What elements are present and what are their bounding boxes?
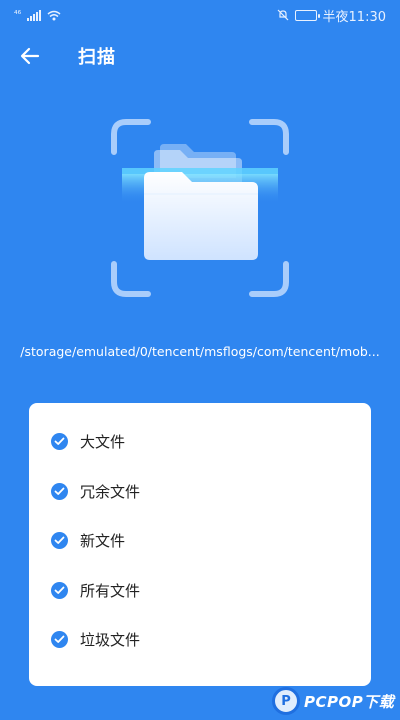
status-right: 半夜11:30 [277, 6, 386, 25]
check-circle-icon [51, 433, 68, 451]
watermark-text: PCPOP下载 [304, 692, 395, 711]
check-circle-icon [51, 581, 68, 599]
scan-type-label: 大文件 [80, 433, 126, 452]
scan-type-large-files[interactable]: 大文件 [51, 417, 371, 467]
scan-type-redundant-files[interactable]: 冗余文件 [51, 467, 371, 517]
signal-icon [27, 9, 42, 21]
check-circle-icon [51, 532, 68, 550]
back-button[interactable] [10, 36, 50, 76]
carrier-label: ⁴⁶ [14, 10, 22, 20]
watermark-logo-icon: P [272, 687, 300, 715]
app-bar: 扫描 [0, 36, 400, 76]
status-left: ⁴⁶ [14, 9, 61, 21]
scan-type-new-files[interactable]: 新文件 [51, 516, 371, 566]
check-circle-icon [51, 482, 68, 500]
scan-type-label: 冗余文件 [80, 482, 141, 501]
scan-illustration [110, 118, 290, 298]
folder-scan-icon [111, 119, 289, 297]
arrow-left-icon [20, 47, 40, 65]
scan-path-text: /storage/emulated/0/tencent/msflogs/com/… [20, 344, 380, 359]
scan-types-card: 大文件 冗余文件 新文件 所有文件 垃圾文件 [29, 403, 371, 686]
watermark: P PCPOP下载 [272, 682, 400, 720]
battery-icon [294, 9, 320, 21]
scan-type-label: 新文件 [80, 532, 126, 551]
scan-type-label: 所有文件 [80, 581, 141, 600]
status-time: 半夜11:30 [322, 9, 386, 25]
scan-type-junk-files[interactable]: 垃圾文件 [51, 615, 371, 665]
scan-type-all-files[interactable]: 所有文件 [51, 566, 371, 616]
wifi-icon [47, 10, 61, 20]
status-bar: ⁴⁶ 半夜11:30 [0, 0, 400, 30]
mute-bell-icon [277, 9, 288, 21]
check-circle-icon [51, 631, 68, 649]
scan-type-label: 垃圾文件 [80, 631, 141, 650]
page-title: 扫描 [78, 47, 116, 68]
